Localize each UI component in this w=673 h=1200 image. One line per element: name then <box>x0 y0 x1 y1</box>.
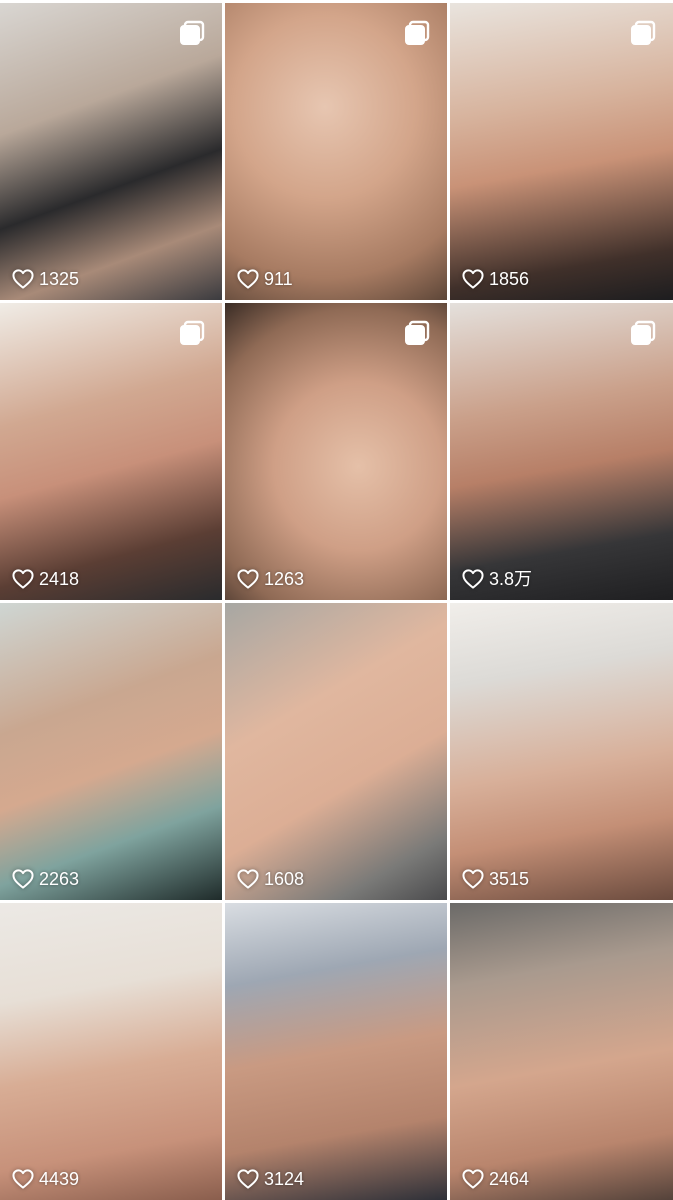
heart-outline-icon <box>462 1169 484 1189</box>
heart-outline-icon <box>237 569 259 589</box>
heart-outline-icon <box>12 869 34 889</box>
post-tile[interactable]: 911 <box>225 3 447 300</box>
stacked-images-icon <box>630 20 656 46</box>
like-count: 3515 <box>462 869 529 889</box>
stacked-images-icon <box>404 320 430 346</box>
like-count: 4439 <box>12 1169 79 1189</box>
like-count: 1325 <box>12 269 79 289</box>
like-count-value: 3515 <box>489 869 530 889</box>
like-count: 2263 <box>12 869 79 889</box>
heart-outline-icon <box>462 569 484 589</box>
heart-outline-icon <box>462 269 484 289</box>
post-tile[interactable]: 1325 <box>0 3 222 300</box>
post-tile[interactable]: 3.8万 <box>450 303 673 600</box>
post-tile[interactable]: 1608 <box>225 603 447 900</box>
like-count-value: 1856 <box>489 269 530 289</box>
post-thumbnail[interactable] <box>450 303 673 600</box>
stacked-images-icon <box>630 320 656 346</box>
post-tile[interactable]: 1263 <box>225 303 447 600</box>
post-tile[interactable]: 3515 <box>450 603 673 900</box>
like-count-value: 2464 <box>489 1169 530 1189</box>
post-thumbnail[interactable] <box>450 603 673 900</box>
stacked-images-icon <box>179 320 205 346</box>
like-count-value: 4439 <box>39 1169 80 1189</box>
heart-outline-icon <box>12 269 34 289</box>
stacked-images-icon <box>179 20 205 46</box>
post-tile[interactable]: 4439 <box>0 903 222 1200</box>
post-thumbnail[interactable] <box>0 303 222 600</box>
post-tile[interactable]: 3124 <box>225 903 447 1200</box>
heart-outline-icon <box>237 869 259 889</box>
post-thumbnail[interactable] <box>225 3 447 300</box>
like-count-value: 3124 <box>264 1169 305 1189</box>
like-count: 2464 <box>462 1169 529 1189</box>
post-thumbnail[interactable] <box>225 903 447 1200</box>
like-count: 3.8万 <box>462 569 532 589</box>
post-thumbnail[interactable] <box>0 903 222 1200</box>
post-thumbnail[interactable] <box>225 603 447 900</box>
post-thumbnail[interactable] <box>450 3 673 300</box>
heart-outline-icon <box>462 869 484 889</box>
post-thumbnail[interactable] <box>450 903 673 1200</box>
heart-outline-icon <box>12 1169 34 1189</box>
post-thumbnail[interactable] <box>0 603 222 900</box>
like-count: 2418 <box>12 569 79 589</box>
post-tile[interactable]: 2418 <box>0 303 222 600</box>
like-count-value: 911 <box>264 269 293 289</box>
like-count-value: 3.8万 <box>489 569 533 589</box>
post-thumbnail[interactable] <box>0 3 222 300</box>
like-count: 3124 <box>237 1169 304 1189</box>
heart-outline-icon <box>237 1169 259 1189</box>
like-count-value: 2263 <box>39 869 80 889</box>
like-count-value: 1263 <box>264 569 305 589</box>
photo-grid: 1325 911 1856 2418 1263 3.8万 2263 1608 3515 4439 3… <box>0 0 673 1200</box>
heart-outline-icon <box>12 569 34 589</box>
stacked-images-icon <box>404 20 430 46</box>
like-count-value: 1325 <box>39 269 80 289</box>
post-tile[interactable]: 2263 <box>0 603 222 900</box>
heart-outline-icon <box>237 269 259 289</box>
like-count-value: 1608 <box>264 869 305 889</box>
like-count: 1263 <box>237 569 304 589</box>
like-count-value: 2418 <box>39 569 80 589</box>
post-tile[interactable]: 2464 <box>450 903 673 1200</box>
post-tile[interactable]: 1856 <box>450 3 673 300</box>
post-thumbnail[interactable] <box>225 303 447 600</box>
like-count: 1856 <box>462 269 529 289</box>
like-count: 1608 <box>237 869 304 889</box>
like-count: 911 <box>237 269 293 289</box>
